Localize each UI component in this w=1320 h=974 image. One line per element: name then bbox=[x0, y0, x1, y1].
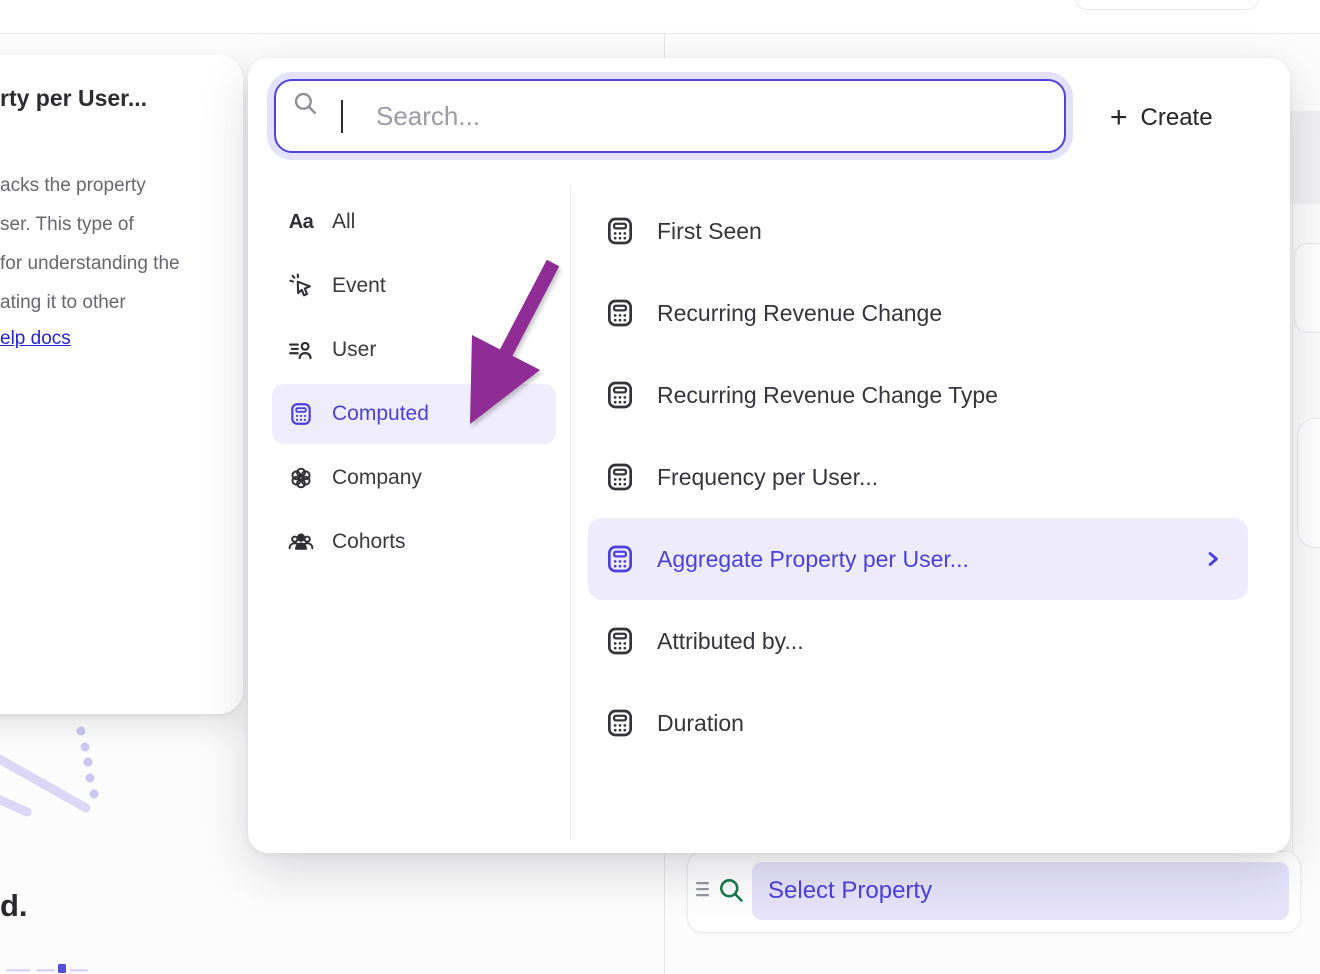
clipped-link-fragment bbox=[0, 960, 220, 974]
list-item-first-seen[interactable]: First Seen bbox=[588, 190, 1248, 272]
help-docs-link[interactable]: elp docs bbox=[0, 328, 71, 350]
calculator-icon bbox=[604, 543, 636, 575]
calculator-icon bbox=[604, 461, 636, 493]
right-panel-band bbox=[1290, 111, 1320, 204]
property-list: First Seen Recurring Revenue Change Recu… bbox=[588, 190, 1248, 764]
company-flower-icon bbox=[288, 465, 314, 491]
tooltip-body: acks the property ser. This type of for … bbox=[0, 166, 180, 322]
calculator-icon bbox=[604, 215, 636, 247]
property-tooltip-card: rty per User... acks the property ser. T… bbox=[0, 55, 243, 714]
tooltip-body-line: ser. This type of bbox=[0, 205, 180, 244]
plus-icon: + bbox=[1110, 103, 1128, 133]
search-input[interactable] bbox=[274, 79, 1066, 153]
text-cursor bbox=[341, 100, 343, 133]
property-picker-modal: + Create Aa All Event bbox=[248, 58, 1290, 853]
calculator-icon bbox=[604, 625, 636, 657]
select-property-label: Select Property bbox=[768, 877, 932, 905]
property-selector-card: Select Property bbox=[687, 851, 1301, 933]
chart-doodle-decoration bbox=[0, 715, 260, 825]
calculator-icon bbox=[604, 707, 636, 739]
clipped-heading-fragment: d. bbox=[0, 888, 28, 924]
right-panel-edge bbox=[1292, 204, 1293, 860]
column-divider-top bbox=[664, 33, 665, 59]
list-item-aggregate-property-per-user[interactable]: Aggregate Property per User... bbox=[588, 518, 1248, 600]
background-card-edge bbox=[1294, 243, 1320, 333]
search-icon bbox=[717, 876, 745, 904]
top-divider-line bbox=[0, 33, 1320, 34]
sidebar-item-cohorts[interactable]: Cohorts bbox=[272, 512, 556, 572]
calculator-icon bbox=[288, 401, 314, 427]
event-cursor-icon bbox=[288, 273, 314, 299]
drag-handle-icon[interactable] bbox=[696, 881, 710, 899]
calculator-icon bbox=[604, 379, 636, 411]
sidebar-item-all[interactable]: Aa All bbox=[272, 192, 556, 252]
create-button[interactable]: + Create bbox=[1104, 98, 1219, 138]
aa-icon: Aa bbox=[288, 209, 314, 235]
tooltip-body-line: acks the property bbox=[0, 166, 180, 205]
tooltip-title: rty per User... bbox=[0, 85, 147, 112]
list-item-frequency-per-user[interactable]: Frequency per User... bbox=[588, 436, 1248, 518]
list-item-duration[interactable]: Duration bbox=[588, 682, 1248, 764]
screen: rty per User... acks the property ser. T… bbox=[0, 0, 1320, 974]
background-card-edge bbox=[1297, 418, 1320, 548]
select-property-button[interactable]: Select Property bbox=[752, 862, 1289, 920]
list-item-recurring-revenue-change[interactable]: Recurring Revenue Change bbox=[588, 272, 1248, 354]
list-item-attributed-by[interactable]: Attributed by... bbox=[588, 600, 1248, 682]
column-divider-bottom bbox=[664, 853, 665, 974]
partial-toolbar-button[interactable] bbox=[1075, 0, 1259, 10]
cohorts-people-icon bbox=[288, 529, 314, 555]
sidebar-item-company[interactable]: Company bbox=[272, 448, 556, 508]
user-list-icon bbox=[288, 337, 314, 363]
tooltip-body-line: ating it to other bbox=[0, 283, 180, 322]
tooltip-body-line: for understanding the bbox=[0, 244, 180, 283]
modal-column-divider bbox=[570, 186, 571, 840]
annotation-arrow bbox=[440, 250, 570, 435]
calculator-icon bbox=[604, 297, 636, 329]
list-item-recurring-revenue-change-type[interactable]: Recurring Revenue Change Type bbox=[588, 354, 1248, 436]
chevron-right-icon bbox=[1206, 551, 1220, 567]
search-icon bbox=[292, 90, 318, 116]
